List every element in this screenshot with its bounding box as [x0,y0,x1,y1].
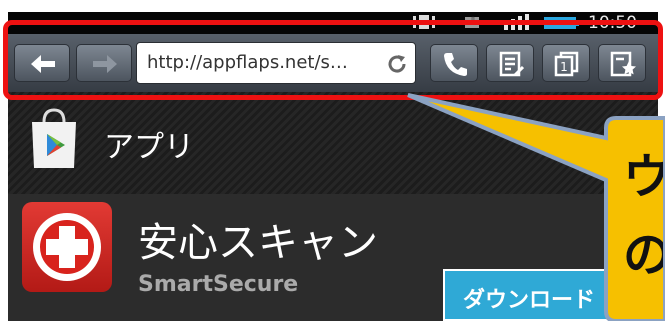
callout-text: ウ の [623,149,663,283]
callout-bubble [407,93,665,321]
